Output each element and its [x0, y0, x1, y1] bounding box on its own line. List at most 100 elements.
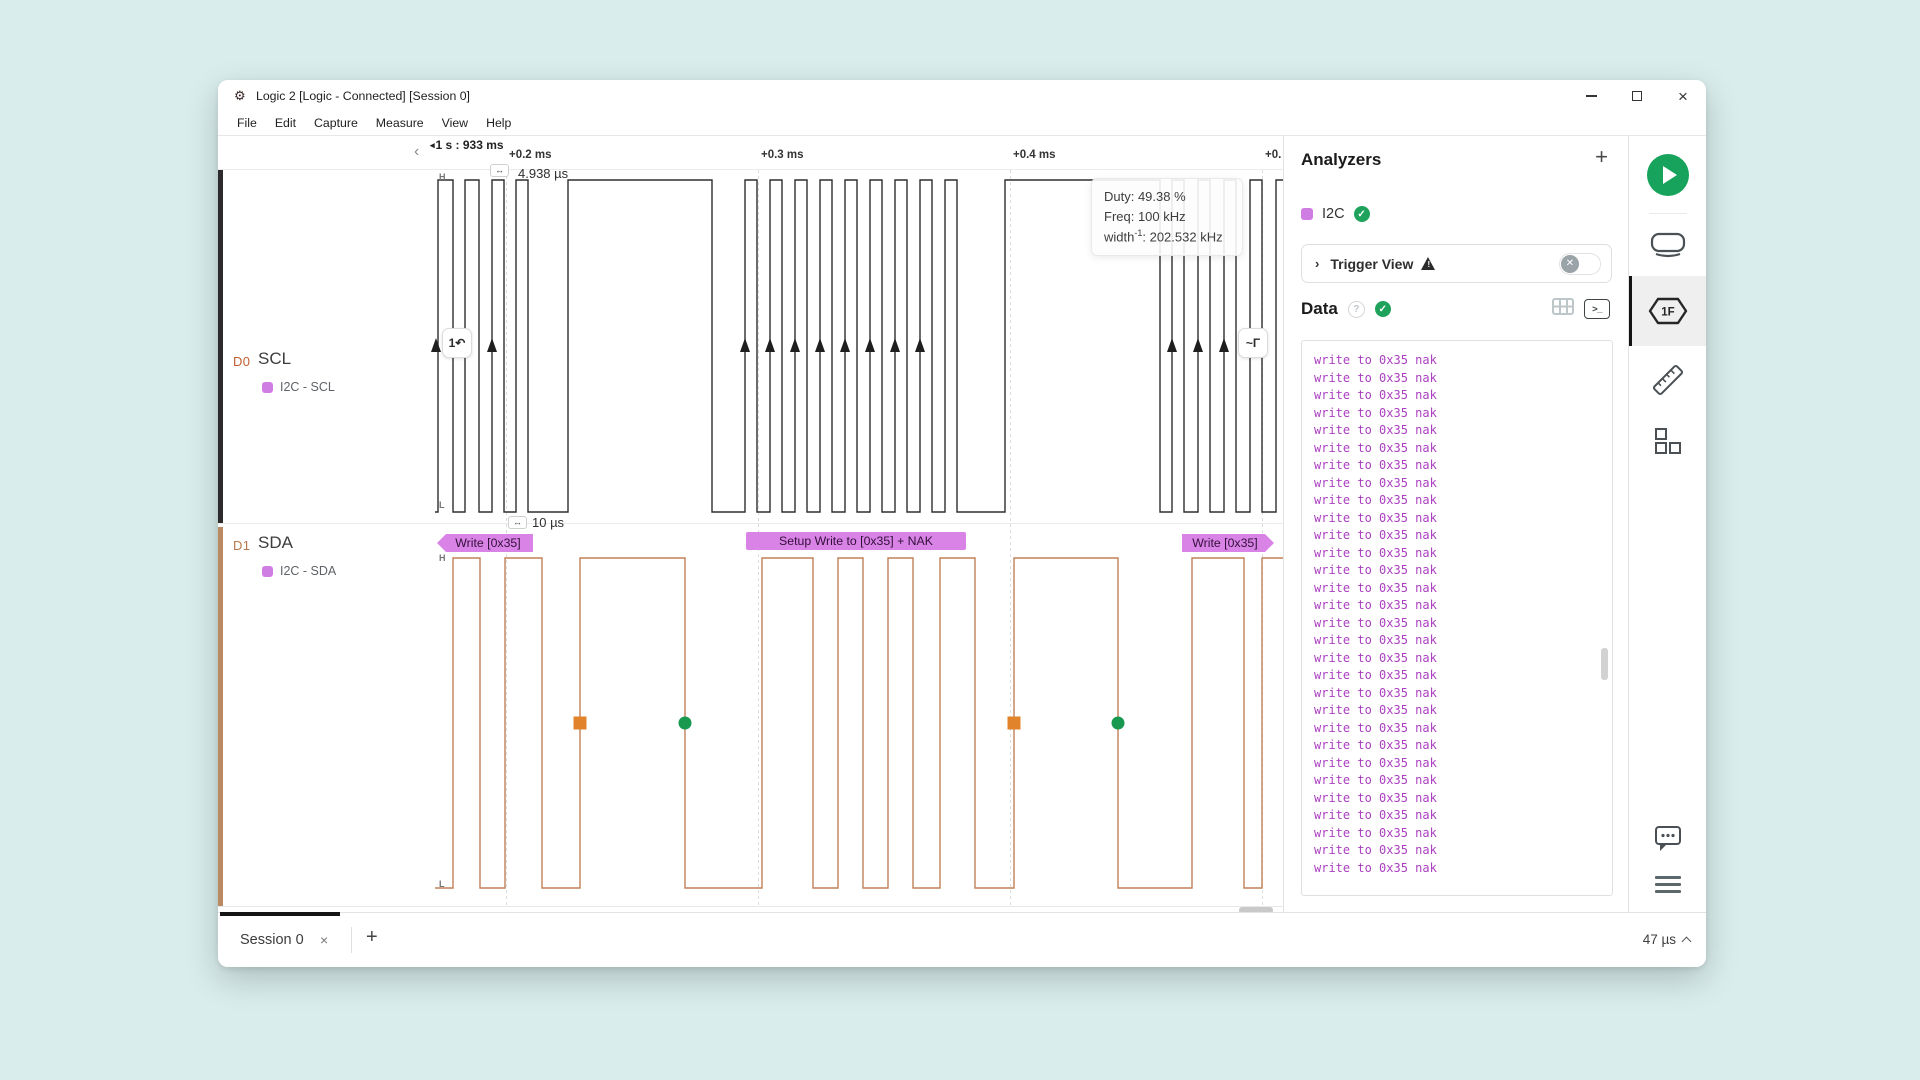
- window-controls: ×: [1568, 80, 1706, 112]
- logic-level-label: H: [439, 172, 446, 182]
- rising-edge-arrow-marker: [815, 338, 825, 352]
- edge-jump-button[interactable]: 1↶: [442, 328, 472, 358]
- logic-level-label: L: [439, 500, 445, 510]
- data-terminal-output[interactable]: write to 0x35 nakwrite to 0x35 nakwrite …: [1301, 340, 1613, 896]
- tooltip-width: width-1: 202.532 kHz: [1104, 227, 1230, 247]
- right-icon-rail: 1F: [1628, 136, 1706, 912]
- extensions-button[interactable]: [1629, 426, 1706, 456]
- data-title: Data: [1301, 299, 1338, 319]
- feedback-button[interactable]: [1629, 824, 1706, 854]
- edge-jump-button[interactable]: ~Γ: [1238, 328, 1268, 358]
- menu-bar: FileEditCaptureMeasureViewHelp: [218, 112, 1706, 136]
- rising-edge-arrow-marker: [915, 338, 925, 352]
- i2c-status-check-icon: ✓: [1354, 206, 1370, 222]
- channel-d0-name[interactable]: SCL: [258, 349, 291, 369]
- channel-d0-analyzer-color-swatch: [262, 382, 273, 393]
- rising-edge-arrow-marker: [790, 338, 800, 352]
- analyzer-item-i2c[interactable]: I2C ✓: [1301, 206, 1370, 222]
- data-output-line: write to 0x35 nak: [1314, 702, 1612, 720]
- help-icon[interactable]: ?: [1348, 301, 1365, 318]
- start-capture-button[interactable]: [1647, 154, 1689, 196]
- device-settings-button[interactable]: [1629, 230, 1706, 260]
- menu-measure[interactable]: Measure: [367, 112, 433, 135]
- chat-bubble-icon: [1653, 824, 1683, 854]
- bottom-bar: Session 0 × + 47 µs: [218, 912, 1706, 967]
- measurement-label: 4.938 µs: [518, 166, 568, 181]
- data-section-header: Data ? ✓ >_: [1301, 298, 1610, 320]
- data-output-line: write to 0x35 nak: [1314, 387, 1612, 405]
- channel-d0-accent-bar: [218, 170, 223, 523]
- sda-dot-marker: [679, 717, 692, 730]
- data-scrollbar[interactable]: [1601, 648, 1608, 680]
- channel-d1-name[interactable]: SDA: [258, 533, 293, 553]
- measurements-button[interactable]: [1629, 360, 1706, 400]
- minimize-button[interactable]: [1568, 80, 1614, 112]
- channel-d0-analyzer-label[interactable]: I2C - SCL: [280, 380, 335, 394]
- title-bar: ⚙ Logic 2 [Logic - Connected] [Session 0…: [218, 80, 1706, 112]
- data-output-line: write to 0x35 nak: [1314, 475, 1612, 493]
- play-icon: [1663, 166, 1677, 184]
- session-tab[interactable]: Session 0: [240, 932, 304, 948]
- extensions-blocks-icon: [1653, 426, 1683, 456]
- channel-d1-analyzer-label[interactable]: I2C - SDA: [280, 564, 336, 578]
- data-output-line: write to 0x35 nak: [1314, 720, 1612, 738]
- menu-capture[interactable]: Capture: [305, 112, 367, 135]
- data-output-line: write to 0x35 nak: [1314, 842, 1612, 860]
- timeline-header: ‹ ◂1 s : 933 ms +0.2 ms +0.3 ms +0.4 ms +0.: [218, 136, 1283, 170]
- i2c-label: I2C: [1322, 206, 1345, 222]
- menu-help[interactable]: Help: [477, 112, 520, 135]
- i2c-annotation-bubble: Write [0x35]: [1182, 534, 1274, 552]
- session-tab-close-icon[interactable]: ×: [320, 932, 328, 948]
- svg-text:1F: 1F: [1661, 307, 1674, 319]
- rising-edge-arrow-marker: [840, 338, 850, 352]
- timeline-origin: ◂1 s : 933 ms: [430, 138, 504, 152]
- menu-file[interactable]: File: [228, 112, 266, 135]
- trigger-view-row[interactable]: › Trigger View ! ✕: [1301, 244, 1612, 283]
- rail-divider: [1649, 213, 1687, 214]
- analyzers-tab-selected[interactable]: 1F: [1629, 276, 1706, 346]
- table-view-icon[interactable]: [1552, 298, 1574, 320]
- maximize-button[interactable]: [1614, 80, 1660, 112]
- data-output-line: write to 0x35 nak: [1314, 562, 1612, 580]
- trigger-view-toggle[interactable]: ✕: [1559, 253, 1601, 275]
- terminal-view-icon[interactable]: >_: [1584, 299, 1610, 319]
- analyzers-panel: Analyzers + I2C ✓ › Trigger View ! ✕ Dat…: [1283, 136, 1628, 912]
- data-output-line: write to 0x35 nak: [1314, 755, 1612, 773]
- channel-d0-id: D0: [233, 354, 250, 369]
- timeline-tick: +0.2 ms: [509, 149, 552, 161]
- add-analyzer-button[interactable]: +: [1595, 146, 1608, 168]
- data-output-line: write to 0x35 nak: [1314, 737, 1612, 755]
- tooltip-duty: Duty: 49.38 %: [1104, 187, 1230, 207]
- rising-edge-arrow-marker: [1193, 338, 1203, 352]
- data-output-line: write to 0x35 nak: [1314, 772, 1612, 790]
- data-output-line: write to 0x35 nak: [1314, 405, 1612, 423]
- timeline-tick: +0.3 ms: [761, 149, 804, 161]
- data-output-line: write to 0x35 nak: [1314, 510, 1612, 528]
- app-logo-icon: ⚙: [234, 89, 246, 103]
- rising-edge-arrow-marker: [890, 338, 900, 352]
- trigger-expand-chevron-icon[interactable]: ›: [1315, 256, 1319, 271]
- data-output-line: write to 0x35 nak: [1314, 807, 1612, 825]
- menu-view[interactable]: View: [433, 112, 477, 135]
- device-icon: [1649, 230, 1687, 260]
- timeline-tick: +0.: [1265, 149, 1281, 161]
- data-output-line: write to 0x35 nak: [1314, 527, 1612, 545]
- rising-edge-arrow-marker: [740, 338, 750, 352]
- channel-divider: [218, 523, 1283, 524]
- data-output-line: write to 0x35 nak: [1314, 685, 1612, 703]
- new-session-button[interactable]: +: [366, 926, 378, 949]
- measurement-tooltip: Duty: 49.38 % Freq: 100 kHz width-1: 202…: [1091, 178, 1243, 256]
- measurement-arrows-icon: ↔: [490, 164, 509, 177]
- data-output-line: write to 0x35 nak: [1314, 422, 1612, 440]
- rising-edge-arrow-marker: [765, 338, 775, 352]
- sda-dot-marker: [1112, 717, 1125, 730]
- timeline-back-chevron[interactable]: ‹: [414, 144, 419, 160]
- timeline-origin-marker: ◂: [430, 140, 435, 150]
- timeline-tick: +0.4 ms: [1013, 149, 1056, 161]
- menu-edit[interactable]: Edit: [266, 112, 305, 135]
- time-range-control[interactable]: 47 µs: [1643, 932, 1690, 947]
- main-menu-button[interactable]: [1655, 876, 1681, 893]
- chevron-up-icon: [1682, 937, 1692, 947]
- data-output-line: write to 0x35 nak: [1314, 492, 1612, 510]
- close-button[interactable]: ×: [1660, 80, 1706, 112]
